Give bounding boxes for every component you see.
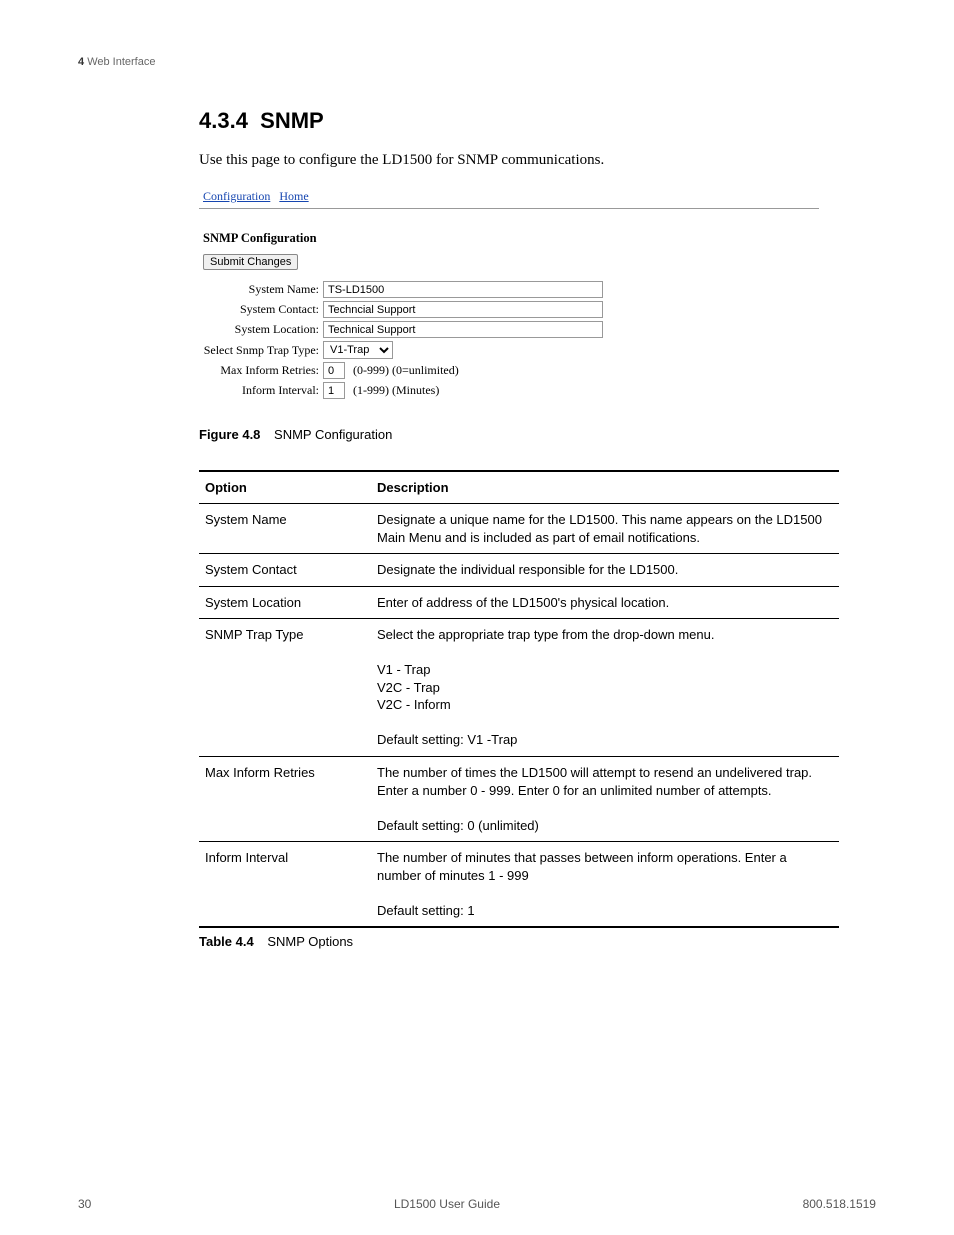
desc-cell: Select the appropriate trap type from th… — [371, 619, 839, 757]
system-name-row: System Name: — [199, 281, 819, 298]
intro-paragraph: Use this page to configure the LD1500 fo… — [199, 152, 839, 169]
trap-type-label: Select Snmp Trap Type: — [199, 343, 323, 358]
inform-interval-row: Inform Interval: (1-999) (Minutes) — [199, 382, 819, 399]
trap-type-row: Select Snmp Trap Type: V1-Trap — [199, 341, 819, 359]
configuration-link[interactable]: Configuration — [203, 189, 270, 203]
inform-interval-label: Inform Interval: — [199, 383, 323, 398]
desc-cell: The number of times the LD1500 will atte… — [371, 757, 839, 842]
table-row: Inform IntervalThe number of minutes tha… — [199, 842, 839, 928]
table-label: Table 4.4 — [199, 934, 254, 949]
inform-interval-hint: (1-999) (Minutes) — [353, 383, 439, 398]
opt-cell: System Location — [199, 586, 371, 619]
desc-cell: Enter of address of the LD1500's physica… — [371, 586, 839, 619]
system-contact-row: System Contact: — [199, 301, 819, 318]
system-location-row: System Location: — [199, 321, 819, 338]
submit-changes-button[interactable]: Submit Changes — [203, 254, 298, 270]
page-footer: 30 LD1500 User Guide 800.518.1519 — [78, 1197, 876, 1211]
main-content: 4.3.4 SNMP Use this page to configure th… — [199, 108, 839, 949]
snmp-options-table: Option Description System NameDesignate … — [199, 470, 839, 928]
max-inform-retries-label: Max Inform Retries: — [199, 363, 323, 378]
system-contact-input[interactable] — [323, 301, 603, 318]
figure-caption: Figure 4.8 SNMP Configuration — [199, 427, 839, 442]
home-link[interactable]: Home — [279, 189, 308, 203]
section-title: SNMP — [260, 108, 324, 133]
system-location-label: System Location: — [199, 322, 323, 337]
system-location-input[interactable] — [323, 321, 603, 338]
running-header: 4 Web Interface — [78, 56, 155, 68]
max-inform-retries-hint: (0-999) (0=unlimited) — [353, 363, 459, 378]
doc-title: LD1500 User Guide — [394, 1197, 500, 1211]
system-contact-label: System Contact: — [199, 302, 323, 317]
desc-cell: Designate a unique name for the LD1500. … — [371, 504, 839, 554]
chapter-title: Web Interface — [87, 56, 155, 68]
inform-interval-input[interactable] — [323, 382, 345, 399]
table-row: SNMP Trap TypeSelect the appropriate tra… — [199, 619, 839, 757]
page-number: 30 — [78, 1197, 91, 1211]
opt-cell: System Contact — [199, 554, 371, 587]
desc-cell: The number of minutes that passes betwee… — [371, 842, 839, 928]
table-row: Max Inform RetriesThe number of times th… — [199, 757, 839, 842]
table-row: System LocationEnter of address of the L… — [199, 586, 839, 619]
phone-number: 800.518.1519 — [803, 1197, 876, 1211]
figure-label: Figure 4.8 — [199, 427, 260, 442]
nav-links: Configuration Home — [199, 183, 819, 206]
section-heading: 4.3.4 SNMP — [199, 108, 839, 134]
table-caption: Table 4.4 SNMP Options — [199, 934, 839, 949]
divider — [199, 208, 819, 209]
chapter-number: 4 — [78, 56, 84, 68]
max-inform-retries-input[interactable] — [323, 362, 345, 379]
table-row: System NameDesignate a unique name for t… — [199, 504, 839, 554]
header-option: Option — [199, 471, 371, 504]
system-name-label: System Name: — [199, 282, 323, 297]
trap-type-select[interactable]: V1-Trap — [323, 341, 393, 359]
figure-title: SNMP Configuration — [274, 427, 392, 442]
header-description: Description — [371, 471, 839, 504]
snmp-config-heading: SNMP Configuration — [199, 231, 819, 246]
snmp-screenshot: Configuration Home SNMP Configuration Su… — [199, 183, 819, 399]
system-name-input[interactable] — [323, 281, 603, 298]
table-row: System ContactDesignate the individual r… — [199, 554, 839, 587]
opt-cell: Inform Interval — [199, 842, 371, 928]
desc-cell: Designate the individual responsible for… — [371, 554, 839, 587]
section-number: 4.3.4 — [199, 108, 248, 133]
max-inform-retries-row: Max Inform Retries: (0-999) (0=unlimited… — [199, 362, 819, 379]
opt-cell: Max Inform Retries — [199, 757, 371, 842]
opt-cell: SNMP Trap Type — [199, 619, 371, 757]
table-title: SNMP Options — [267, 934, 353, 949]
opt-cell: System Name — [199, 504, 371, 554]
